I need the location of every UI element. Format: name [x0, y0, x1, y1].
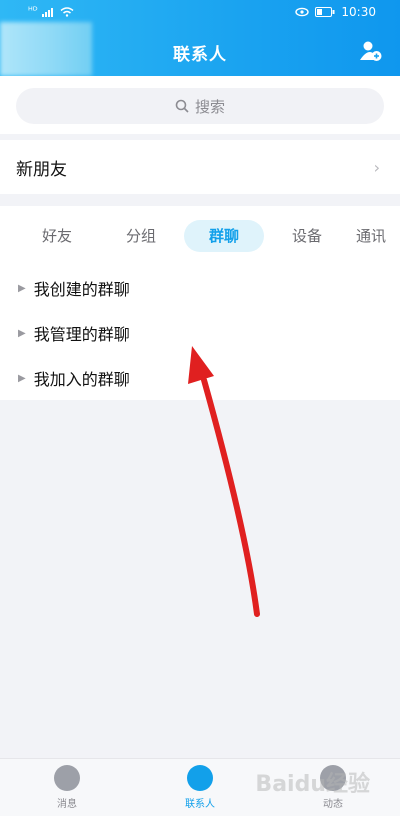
search-input[interactable]: 搜索: [16, 88, 384, 124]
search-placeholder: 搜索: [194, 97, 225, 116]
tab-address-book[interactable]: 通讯: [356, 220, 400, 252]
tab-group-chats[interactable]: 群聊: [184, 220, 264, 252]
signal-icon: ᴴᴰ: [28, 6, 38, 17]
add-friend-icon[interactable]: [360, 40, 382, 62]
chevron-right-icon: ›: [373, 158, 380, 177]
nav-contacts-label: 联系人: [185, 799, 215, 810]
triangle-right-icon: ▶: [18, 282, 26, 294]
status-left: ᴴᴰ: [28, 6, 74, 17]
top-header: ᴴᴰ 10:30 联系人: [0, 0, 400, 76]
status-time: 10:30: [341, 5, 376, 19]
wifi-icon: [60, 6, 74, 17]
new-friends-row[interactable]: 新朋友 ›: [0, 140, 400, 194]
bottom-nav: 消息 联系人 动态 Baidu经验: [0, 758, 400, 816]
group-joined[interactable]: ▶ 我加入的群聊: [18, 366, 130, 390]
contacts-icon: [187, 765, 213, 791]
nav-messages-label: 消息: [57, 799, 77, 810]
message-icon: [54, 765, 80, 791]
tab-friends[interactable]: 好友: [22, 220, 92, 252]
new-friends-label: 新朋友: [16, 159, 67, 180]
group-managed[interactable]: ▶ 我管理的群聊: [18, 321, 130, 345]
triangle-right-icon: ▶: [18, 327, 26, 339]
watermark: Baidu经验: [255, 772, 370, 797]
group-joined-label: 我加入的群聊: [33, 370, 130, 389]
group-created-label: 我创建的群聊: [33, 280, 130, 299]
signal-bars-icon: [41, 7, 53, 17]
contacts-panel: 好友 分组 群聊 设备 通讯 ▶ 我创建的群聊 ▶ 我管理的群聊 ▶ 我加入的群…: [0, 206, 400, 400]
group-created[interactable]: ▶ 我创建的群聊: [18, 276, 130, 300]
nav-moments-label: 动态: [323, 799, 343, 810]
page-title: 联系人: [173, 45, 227, 65]
triangle-right-icon: ▶: [18, 372, 26, 384]
group-managed-label: 我管理的群聊: [33, 325, 130, 344]
nav-contacts[interactable]: 联系人: [165, 765, 235, 810]
search-icon: [175, 99, 189, 113]
tab-devices[interactable]: 设备: [272, 220, 342, 252]
eye-icon: [295, 7, 310, 17]
tab-groups[interactable]: 分组: [106, 220, 176, 252]
nav-messages[interactable]: 消息: [32, 765, 102, 810]
search-area: 搜索: [0, 76, 400, 134]
status-right: 10:30: [295, 5, 376, 19]
battery-icon: [315, 7, 335, 17]
